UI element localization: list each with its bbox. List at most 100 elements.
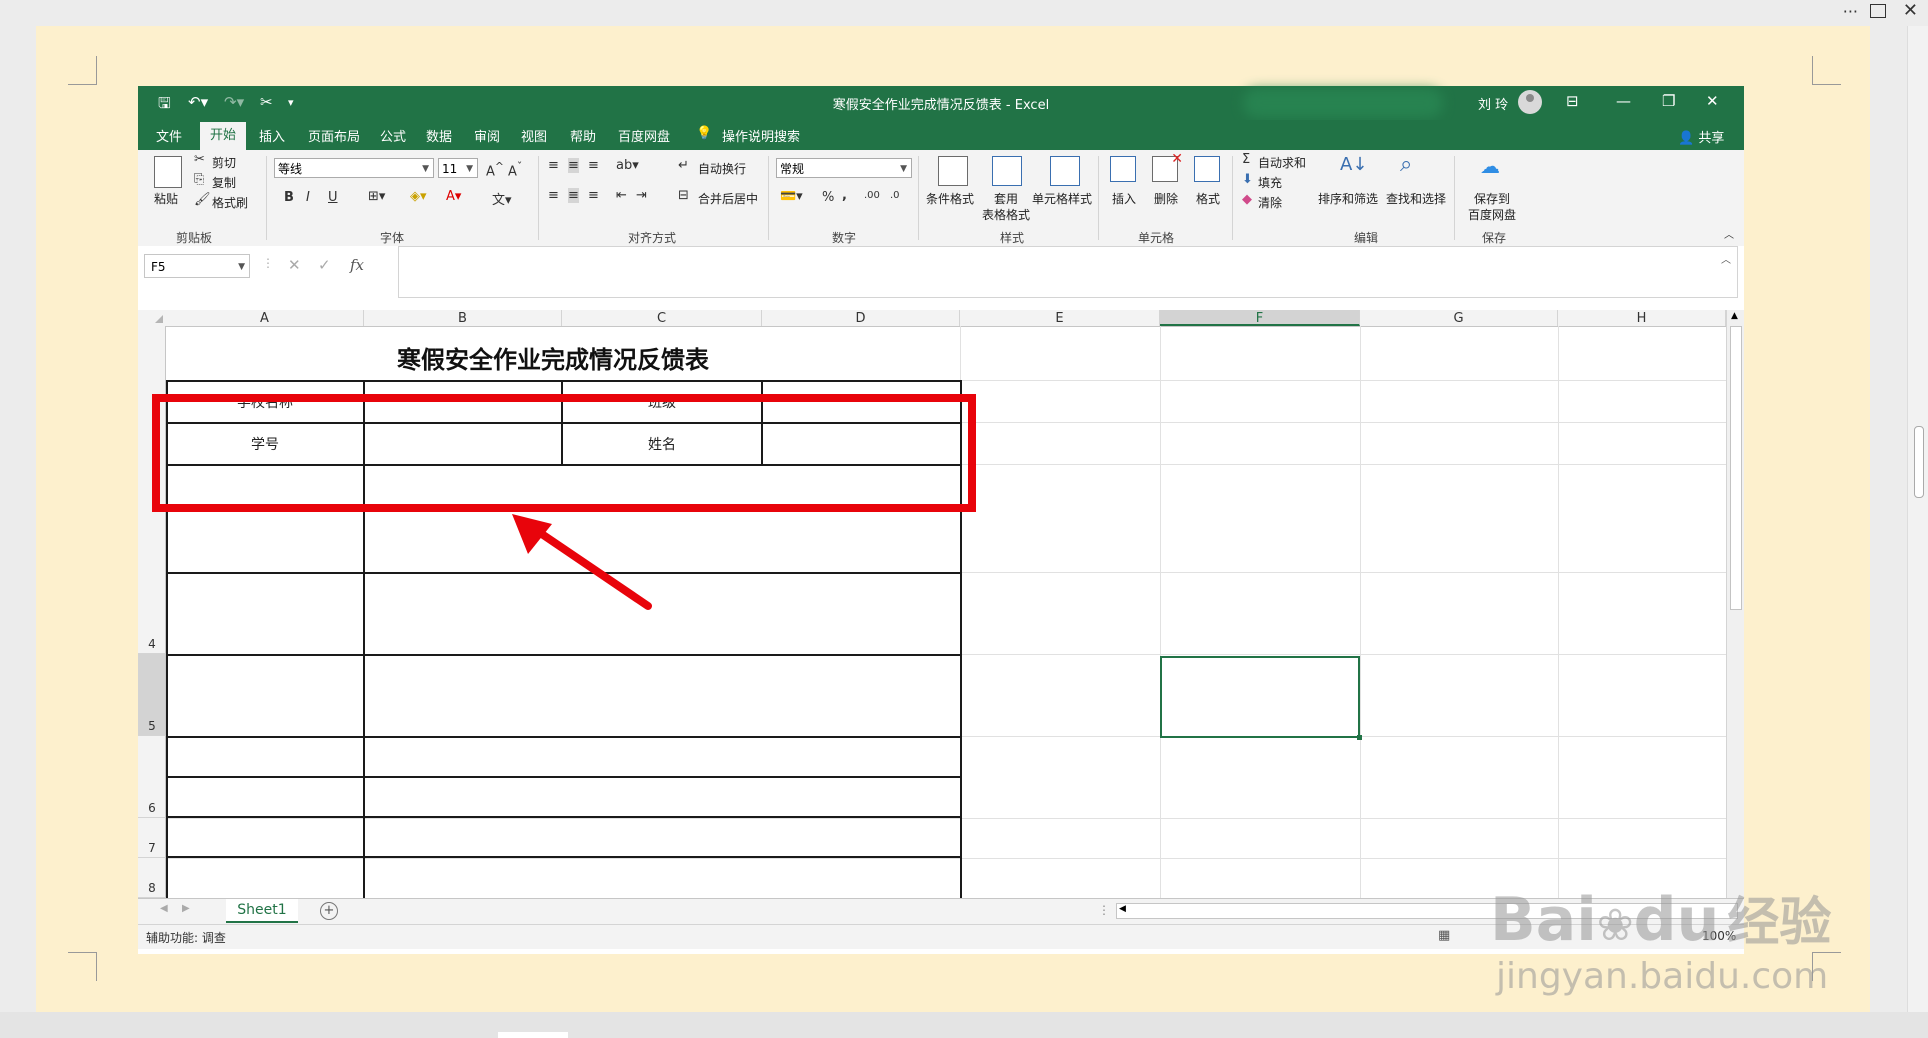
merge-icon[interactable]: ⊟ [678,188,689,203]
decrease-indent-icon[interactable]: ⇤ [616,188,627,203]
cloud-icon[interactable]: ☁ [1480,154,1500,178]
formula-input[interactable]: ︿ [398,246,1738,298]
increase-indent-icon[interactable]: ⇥ [636,188,647,203]
format-cells-button[interactable]: 格式 [1196,190,1220,207]
tab-baidu-netdisk[interactable]: 百度网盘 [618,126,670,145]
vertical-scrollbar[interactable]: ▲ [1726,310,1744,898]
cell-styles-icon[interactable] [1050,156,1080,186]
column-header-g[interactable]: G [1360,310,1558,326]
share-button[interactable]: 👤 共享 [1678,127,1724,146]
enter-icon[interactable]: ✓ [318,256,331,274]
tab-home[interactable]: 开始 [200,122,247,150]
copy-icon[interactable]: ⎘ [194,172,204,187]
copy-button[interactable]: 复制 [212,174,236,191]
minimize-icon[interactable]: — [1616,92,1631,110]
window-restore-icon[interactable] [1870,4,1886,18]
sort-filter-icon[interactable]: A↓ [1340,154,1367,175]
formula-options-icon[interactable]: ⋮ [262,256,274,270]
fill-color-icon[interactable]: ◈▾ [410,189,427,204]
restore-icon[interactable]: ❐ [1662,92,1675,110]
phonetic-icon[interactable]: 文▾ [492,189,512,208]
bold-button[interactable]: B [284,190,294,205]
tab-view[interactable]: 视图 [521,126,547,145]
tell-me-search[interactable]: 操作说明搜索 [722,126,800,145]
tab-help[interactable]: 帮助 [570,126,596,145]
scroll-left-icon[interactable]: ◀ [1119,904,1126,914]
tab-insert[interactable]: 插入 [259,126,285,145]
save-to-baidu-line1[interactable]: 保存到 [1474,190,1510,207]
row-header-6[interactable]: 6 [138,736,166,818]
scroll-up-icon[interactable]: ▲ [1731,311,1738,321]
selected-cell-f5[interactable] [1160,656,1362,740]
format-painter-icon[interactable]: 🖌 [194,192,211,207]
format-as-table-line1[interactable]: 套用 [994,190,1018,207]
outer-vertical-scrollbar[interactable] [1907,26,1928,1012]
increase-decimal-icon[interactable]: .00 [864,190,880,201]
column-header-h[interactable]: H [1558,310,1726,326]
sheet-tab-sheet1[interactable]: Sheet1 [226,899,298,923]
select-all-button[interactable] [138,310,166,326]
wrap-text-icon[interactable]: ↵ [678,158,689,173]
cell-styles-button[interactable]: 单元格样式 [1032,190,1092,207]
font-color-icon[interactable]: A▾ [446,189,461,204]
more-icon[interactable]: ··· [1843,2,1858,21]
close-icon[interactable]: ✕ [1706,92,1719,110]
paste-button[interactable]: 粘贴 [154,190,178,207]
decrease-decimal-icon[interactable]: .0 [890,190,900,201]
accessibility-status[interactable]: 辅助功能: 调查 [146,929,226,946]
scroll-segment[interactable] [498,1032,568,1038]
autosum-icon[interactable]: Σ [1242,152,1250,167]
align-right-icon[interactable]: ≡ [588,188,599,203]
number-format-combo[interactable]: 常规 ▼ [776,158,912,178]
font-name-combo[interactable]: 等线 ▼ [274,158,434,178]
eraser-icon[interactable]: ◆ [1242,192,1252,207]
align-center-icon[interactable]: ≡ [568,188,579,203]
format-cells-icon[interactable] [1194,156,1220,182]
tab-formulas[interactable]: 公式 [380,126,406,145]
insert-cells-button[interactable]: 插入 [1112,190,1136,207]
tab-review[interactable]: 审阅 [474,126,500,145]
column-header-e[interactable]: E [960,310,1160,326]
scroll-thumb[interactable] [1730,326,1742,610]
split-handle-icon[interactable]: ⋮ [1098,903,1110,917]
normal-view-icon[interactable]: ▦ [1438,928,1450,943]
align-middle-icon[interactable]: ≡ [568,158,579,173]
format-painter-button[interactable]: 格式刷 [212,194,248,211]
insert-cells-icon[interactable] [1110,156,1136,182]
add-sheet-icon[interactable]: + [320,902,338,920]
tab-page-layout[interactable]: 页面布局 [308,126,360,145]
conditional-format-button[interactable]: 条件格式 [926,190,974,207]
delete-cells-icon[interactable] [1152,151,1183,182]
column-header-c[interactable]: C [562,310,762,326]
column-header-a[interactable]: A [166,310,364,326]
decrease-font-icon[interactable]: Aˇ [508,160,522,179]
accounting-icon[interactable]: 💳▾ [780,189,803,204]
prev-sheet-icon[interactable]: ◀ [160,903,168,914]
clear-button[interactable]: 清除 [1258,194,1282,211]
column-header-b[interactable]: B [364,310,562,326]
collapse-ribbon-icon[interactable]: ︿ [1724,226,1734,241]
underline-button[interactable]: U [328,190,338,205]
find-select-button[interactable]: 查找和选择 [1386,190,1446,207]
sheet-title[interactable]: 寒假安全作业完成情况反馈表 [166,340,940,375]
lightbulb-icon[interactable]: 💡 [696,126,712,141]
conditional-format-icon[interactable] [938,156,968,186]
row-header-8[interactable]: 8 [138,858,166,898]
sort-filter-button[interactable]: 排序和筛选 [1318,190,1378,207]
increase-font-icon[interactable]: A^ [486,160,504,179]
fill-button[interactable]: 填充 [1258,174,1282,191]
ribbon-display-icon[interactable]: ⊟ [1566,92,1579,110]
avatar[interactable] [1518,90,1542,114]
close-icon[interactable]: ✕ [1903,0,1918,21]
cancel-icon[interactable]: ✕ [288,256,301,274]
format-as-table-icon[interactable] [992,156,1022,186]
search-icon[interactable]: ⌕ [1400,152,1412,177]
align-top-icon[interactable]: ≡ [548,158,559,173]
autosum-button[interactable]: 自动求和 [1258,154,1306,171]
wrap-text-button[interactable]: 自动换行 [698,160,746,177]
paste-icon[interactable] [154,156,182,188]
fill-icon[interactable]: ⬇ [1242,172,1253,187]
comma-button[interactable]: , [842,188,847,203]
tab-file[interactable]: 文件 [156,126,182,145]
merge-center-button[interactable]: 合并后居中 [698,190,758,207]
